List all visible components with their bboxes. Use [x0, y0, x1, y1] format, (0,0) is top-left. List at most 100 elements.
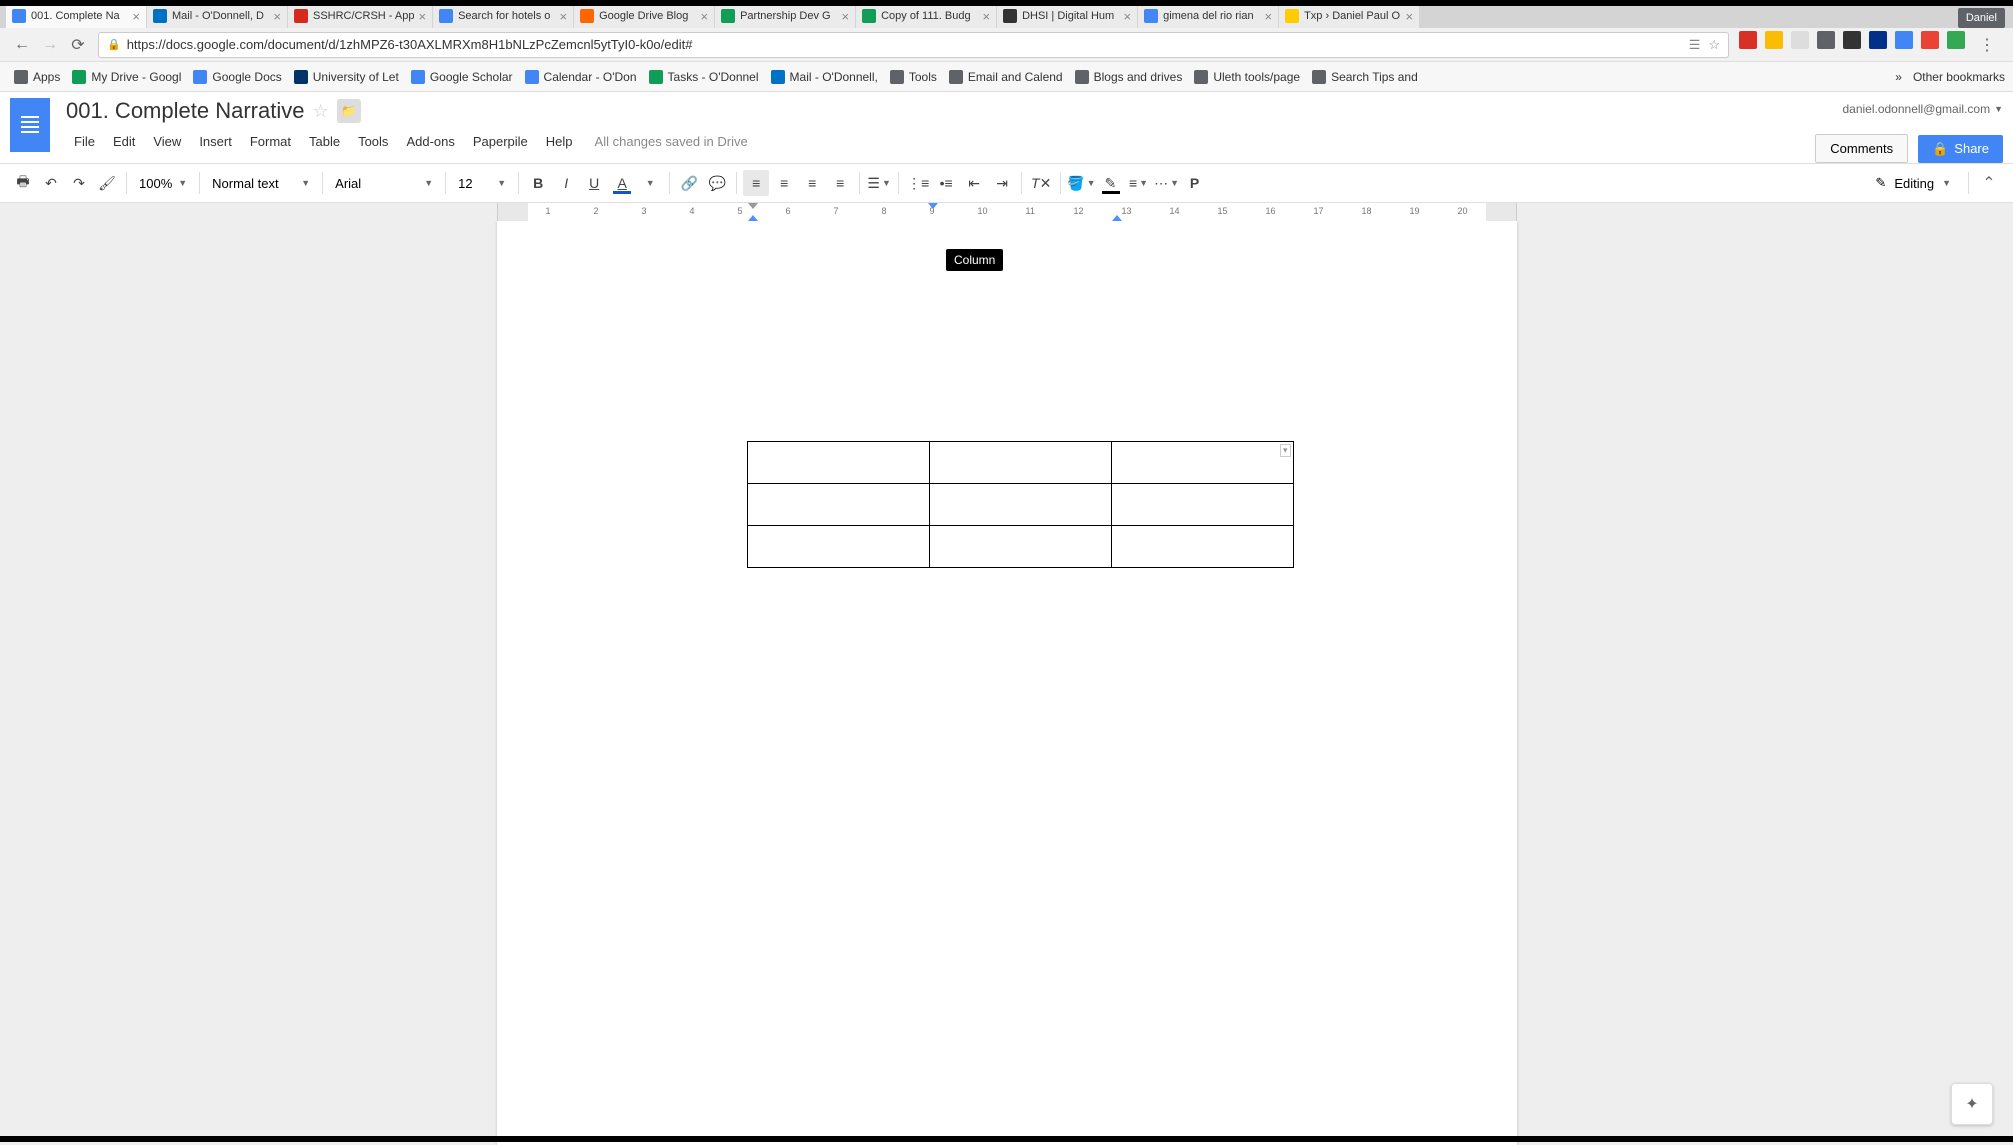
align-left-button[interactable]: ≡ [743, 170, 769, 196]
table-cell[interactable] [747, 442, 929, 484]
decrease-indent-button[interactable]: ⇤ [961, 170, 987, 196]
text-color-button[interactable]: A [609, 170, 635, 196]
browser-tab[interactable]: Partnership Dev G× [715, 4, 855, 28]
line-spacing-button[interactable]: ☰▼ [866, 170, 892, 196]
font-size-select[interactable]: 12▼ [452, 170, 512, 196]
bookmark-item[interactable]: Google Docs [187, 65, 287, 89]
menu-icon[interactable]: ⋮ [1973, 31, 2001, 59]
table-cell[interactable] [1111, 484, 1293, 526]
fill-color-button[interactable]: 🪣▼ [1067, 170, 1095, 196]
border-style-button[interactable]: ⋯▼ [1154, 170, 1180, 196]
profile-badge[interactable]: Daniel [1958, 8, 2005, 28]
close-icon[interactable]: × [559, 9, 567, 24]
ext-icon[interactable] [1869, 31, 1887, 49]
bold-button[interactable]: B [525, 170, 551, 196]
bulleted-list-button[interactable]: •≡ [933, 170, 959, 196]
document-page[interactable]: ▾ [497, 221, 1517, 1145]
menu-edit[interactable]: Edit [105, 130, 143, 153]
bookmark-item[interactable]: My Drive - Googl [66, 65, 187, 89]
table-cell[interactable] [747, 526, 929, 568]
collapse-toolbar-button[interactable]: ⌃ [1975, 169, 2003, 197]
paint-format-button[interactable]: 🖌 [94, 170, 120, 196]
print-button[interactable]: 🖶 [10, 170, 36, 196]
table-cell[interactable] [747, 484, 929, 526]
ext-icon[interactable] [1817, 31, 1835, 49]
italic-button[interactable]: I [553, 170, 579, 196]
bookmark-item[interactable]: Calendar - O'Don [519, 65, 643, 89]
ext-icon[interactable] [1791, 31, 1809, 49]
border-color-button[interactable]: ✎ [1098, 170, 1124, 196]
table-cell[interactable]: ▾ [1111, 442, 1293, 484]
align-right-button[interactable]: ≡ [799, 170, 825, 196]
clear-formatting-button[interactable]: T✕ [1028, 170, 1054, 196]
browser-tab[interactable]: Copy of 111. Budg× [856, 4, 996, 28]
close-icon[interactable]: × [1264, 9, 1272, 24]
user-email[interactable]: daniel.odonnell@gmail.com▼ [1842, 98, 2003, 116]
docs-logo[interactable] [10, 98, 50, 152]
menu-paperpile[interactable]: Paperpile [465, 130, 536, 153]
paragraph-style-select[interactable]: Normal text▼ [206, 170, 316, 196]
table-cell[interactable] [1111, 526, 1293, 568]
document-table[interactable]: ▾ [747, 441, 1294, 568]
border-width-button[interactable]: ≡▼ [1126, 170, 1152, 196]
back-button[interactable]: ← [8, 31, 36, 59]
table-row[interactable] [747, 526, 1293, 568]
table-cell[interactable] [929, 442, 1111, 484]
ext-icon[interactable] [1739, 31, 1757, 49]
browser-tab[interactable]: DHSI | Digital Hum× [997, 4, 1137, 28]
browser-tab[interactable]: 001. Complete Na× [6, 4, 146, 28]
browser-tab[interactable]: SSHRC/CRSH - App× [288, 4, 432, 28]
bookmark-apps[interactable]: Apps [8, 65, 66, 89]
bookmark-folder[interactable]: Email and Calend [943, 65, 1069, 89]
close-icon[interactable]: × [700, 9, 708, 24]
align-justify-button[interactable]: ≡ [827, 170, 853, 196]
column-marker[interactable] [928, 203, 938, 209]
insert-comment-button[interactable]: 💬 [704, 170, 730, 196]
table-handle-icon[interactable]: ▾ [1280, 444, 1291, 457]
bookmark-folder[interactable]: Search Tips and [1306, 65, 1424, 89]
share-button[interactable]: 🔒Share [1918, 135, 2003, 163]
text-color-dropdown[interactable]: ▼ [637, 170, 663, 196]
ext-icon[interactable] [1765, 31, 1783, 49]
browser-tab[interactable]: Mail - O'Donnell, D× [147, 4, 287, 28]
bookmark-folder[interactable]: Uleth tools/page [1188, 65, 1306, 89]
menu-addons[interactable]: Add-ons [398, 130, 462, 153]
bookmark-folder[interactable]: Blogs and drives [1069, 65, 1189, 89]
close-icon[interactable]: × [418, 9, 426, 24]
menu-help[interactable]: Help [538, 130, 581, 153]
move-to-folder-button[interactable]: 📁 [337, 99, 361, 123]
ruler[interactable]: 1 2 3 4 5 6 7 8 9 10 11 12 13 14 15 16 1… [497, 203, 1517, 221]
menu-tools[interactable]: Tools [350, 130, 396, 153]
close-icon[interactable]: × [132, 9, 140, 24]
underline-button[interactable]: U [581, 170, 607, 196]
insert-link-button[interactable]: 🔗 [676, 170, 702, 196]
bookmark-item[interactable]: Tasks - O'Donnel [643, 65, 765, 89]
close-icon[interactable]: × [982, 9, 990, 24]
bookmark-item[interactable]: University of Let [288, 65, 405, 89]
comments-button[interactable]: Comments [1815, 134, 1908, 163]
other-bookmarks[interactable]: »Other bookmarks [1895, 70, 2005, 84]
star-button[interactable]: ☆ [312, 101, 328, 122]
menu-view[interactable]: View [145, 130, 189, 153]
first-line-indent-marker[interactable] [748, 203, 758, 209]
close-icon[interactable]: × [1123, 9, 1131, 24]
document-title[interactable]: 001. Complete Narrative [66, 98, 304, 124]
numbered-list-button[interactable]: ⋮≡ [905, 170, 931, 196]
star-icon[interactable]: ☆ [1708, 37, 1720, 53]
ext-icon[interactable] [1895, 31, 1913, 49]
page-container[interactable]: ▾ Column ✦ [0, 221, 2013, 1145]
menu-table[interactable]: Table [301, 130, 348, 153]
close-icon[interactable]: × [1405, 9, 1413, 24]
reload-button[interactable]: ⟳ [64, 31, 92, 59]
bookmark-folder[interactable]: Tools [884, 65, 943, 89]
ext-icon[interactable] [1947, 31, 1965, 49]
menu-file[interactable]: File [66, 130, 103, 153]
bookmark-item[interactable]: Mail - O'Donnell, [765, 65, 884, 89]
close-icon[interactable]: × [273, 9, 281, 24]
close-icon[interactable]: × [841, 9, 849, 24]
ext-icon[interactable] [1921, 31, 1939, 49]
url-input[interactable]: 🔒 https://docs.google.com/document/d/1zh… [98, 32, 1729, 58]
forward-button[interactable]: → [36, 31, 64, 59]
menu-insert[interactable]: Insert [191, 130, 240, 153]
reader-icon[interactable]: ☰ [1689, 37, 1701, 53]
